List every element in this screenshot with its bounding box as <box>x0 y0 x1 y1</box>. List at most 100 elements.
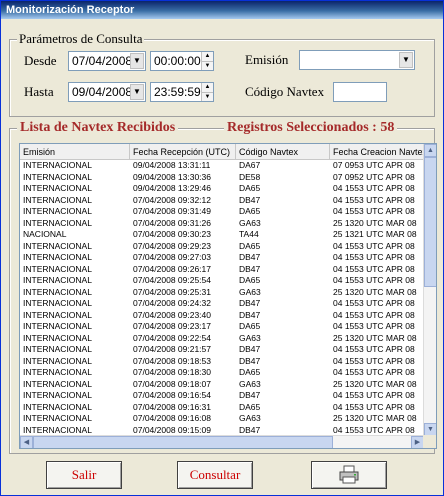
codigo-navtex-input[interactable] <box>333 82 387 102</box>
table-row[interactable]: INTERNACIONAL 07/04/2008 09:31:26 GA63 25 1… <box>20 218 424 230</box>
table-cell: 07/04/2008 09:31:49 <box>133 206 211 216</box>
table-cell: 04 1553 UTC APR 08 <box>333 401 415 412</box>
table-row[interactable]: INTERNACIONAL 07/04/2008 09:16:54 DB47 04 1… <box>20 390 424 402</box>
table-row[interactable]: INTERNACIONAL 07/04/2008 09:32:12 DB47 04 1… <box>20 195 424 207</box>
table-cell: 07/04/2008 09:22:54 <box>133 332 211 343</box>
salir-button[interactable]: Salir <box>46 461 122 489</box>
table-cell: 07/04/2008 09:30:23 <box>133 229 211 239</box>
table-cell: TA44 <box>239 229 259 239</box>
table-row[interactable]: INTERNACIONAL 07/04/2008 09:23:17 DA65 04 1… <box>20 321 424 333</box>
print-button[interactable] <box>311 461 387 489</box>
table-cell: 07/04/2008 09:29:23 <box>133 240 211 251</box>
window-title: Monitorización Receptor <box>1 1 443 19</box>
table-row[interactable]: INTERNACIONAL 07/04/2008 09:16:08 GA63 25 1… <box>20 413 424 425</box>
table-cell: 25 1320 UTC MAR 08 <box>333 332 417 343</box>
table-cell: 04 1553 UTC APR 08 <box>333 183 415 193</box>
table-row[interactable]: INTERNACIONAL 07/04/2008 09:16:31 DA65 04 1… <box>20 402 424 414</box>
table-cell: 04 1553 UTC APR 08 <box>333 390 415 400</box>
registros-count: Registros Seleccionados : 58 <box>224 120 398 136</box>
table-cell: DB47 <box>239 298 261 308</box>
table-row[interactable]: INTERNACIONAL 07/04/2008 09:18:07 GA63 25 1… <box>20 379 424 391</box>
table-row[interactable]: INTERNACIONAL 07/04/2008 09:31:49 DA65 04 1… <box>20 206 424 218</box>
table-row[interactable]: INTERNACIONAL 07/04/2008 09:25:31 GA63 25 1… <box>20 287 424 299</box>
table-cell: INTERNACIONAL <box>23 332 92 343</box>
scroll-up-icon[interactable]: ▲ <box>424 144 436 157</box>
column-header[interactable]: Emisión <box>20 144 130 160</box>
table-cell: 07/04/2008 09:16:08 <box>133 413 211 423</box>
table-cell: GA63 <box>239 286 261 297</box>
table-cell: INTERNACIONAL <box>23 217 92 228</box>
table-row[interactable]: INTERNACIONAL 07/04/2008 09:26:17 DB47 04 1… <box>20 264 424 276</box>
desde-date-field[interactable]: 07/04/2008 ▼ <box>68 51 146 71</box>
table-cell: DA65 <box>239 321 261 331</box>
desde-date-value: 07/04/2008 <box>72 54 133 68</box>
spin-down-icon[interactable]: ▼ <box>202 92 213 101</box>
horizontal-scroll-thumb[interactable] <box>33 436 333 448</box>
consultar-button[interactable]: Consultar <box>177 461 253 489</box>
table-row[interactable]: INTERNACIONAL 07/04/2008 09:29:23 DA65 04 1… <box>20 241 424 253</box>
table-cell: 04 1553 UTC APR 08 <box>333 344 415 354</box>
table-row[interactable]: NACIONAL 07/04/2008 09:30:23 TA44 25 1321 U… <box>20 229 424 241</box>
table-cell: 04 1553 UTC APR 08 <box>333 367 415 377</box>
chevron-down-icon[interactable]: ▼ <box>399 52 413 68</box>
table-cell: 04 1553 UTC APR 08 <box>333 206 415 216</box>
table-cell: 25 1321 UTC MAR 08 <box>333 229 417 239</box>
table-cell: INTERNACIONAL <box>23 321 92 331</box>
emision-select[interactable]: ▼ <box>299 50 415 70</box>
table-cell: INTERNACIONAL <box>23 171 92 182</box>
column-header[interactable]: Fecha Creacion Navtex <box>330 144 424 160</box>
main-window: Monitorización Receptor Parámetros de Co… <box>0 0 444 496</box>
table-cell: 04 1553 UTC APR 08 <box>333 321 415 331</box>
hasta-time-value: 23:59:59 <box>154 85 201 99</box>
chevron-down-icon[interactable]: ▼ <box>130 84 144 100</box>
hasta-label: Hasta <box>24 84 54 99</box>
table-row[interactable]: INTERNACIONAL 07/04/2008 09:27:03 DB47 04 1… <box>20 252 424 264</box>
desde-time-spinner[interactable]: ▲ ▼ <box>201 52 213 70</box>
table-cell: 07/04/2008 09:26:17 <box>133 263 211 274</box>
hasta-date-field[interactable]: 09/04/2008 ▼ <box>68 82 146 102</box>
chevron-down-icon[interactable]: ▼ <box>130 53 144 69</box>
table-row[interactable]: INTERNACIONAL 07/04/2008 09:22:54 GA63 25 1… <box>20 333 424 345</box>
hasta-time-field[interactable]: 23:59:59 ▲ ▼ <box>150 82 214 102</box>
table-row[interactable]: INTERNACIONAL 09/04/2008 13:29:46 DA65 04 1… <box>20 183 424 195</box>
table-cell: 07/04/2008 09:21:57 <box>133 344 211 354</box>
table-cell: GA63 <box>239 217 261 228</box>
table-row[interactable]: INTERNACIONAL 07/04/2008 09:21:57 DB47 04 1… <box>20 344 424 356</box>
spin-up-icon[interactable]: ▲ <box>202 52 213 61</box>
table-cell: 07/04/2008 09:27:03 <box>133 252 211 262</box>
table-cell: DB47 <box>239 355 261 366</box>
scroll-left-icon[interactable]: ◀ <box>20 436 33 448</box>
table-cell: 09/04/2008 13:31:11 <box>133 160 211 170</box>
column-header[interactable]: Código Navtex <box>236 144 330 160</box>
navtex-list[interactable]: Emisión Fecha Recepción (UTC) Código Navte… <box>19 143 437 449</box>
table-row[interactable]: INTERNACIONAL 07/04/2008 09:24:32 DB47 04 1… <box>20 298 424 310</box>
column-header[interactable]: Fecha Recepción (UTC) <box>130 144 236 160</box>
spin-up-icon[interactable]: ▲ <box>202 83 213 92</box>
table-cell: DA65 <box>239 206 261 216</box>
table-row[interactable]: INTERNACIONAL 09/04/2008 13:30:36 DE58 07 0… <box>20 172 424 184</box>
table-cell: 07 0953 UTC APR 08 <box>333 160 415 170</box>
vertical-scroll-thumb[interactable] <box>424 157 436 287</box>
desde-time-field[interactable]: 00:00:00 ▲ ▼ <box>150 51 214 71</box>
table-cell: 07/04/2008 09:18:53 <box>133 355 211 366</box>
table-row[interactable]: INTERNACIONAL 09/04/2008 13:31:11 DA67 07 0… <box>20 160 424 172</box>
table-row[interactable]: INTERNACIONAL 07/04/2008 09:18:53 DB47 04 1… <box>20 356 424 368</box>
table-cell: INTERNACIONAL <box>23 275 92 285</box>
hasta-date-value: 09/04/2008 <box>72 85 133 99</box>
table-row[interactable]: INTERNACIONAL 07/04/2008 09:18:30 DA65 04 1… <box>20 367 424 379</box>
table-cell: 07/04/2008 09:18:07 <box>133 378 211 389</box>
desde-time-value: 00:00:00 <box>154 54 201 68</box>
table-cell: INTERNACIONAL <box>23 252 92 262</box>
spin-down-icon[interactable]: ▼ <box>202 61 213 70</box>
horizontal-scrollbar[interactable]: ◀ ▶ <box>20 435 424 448</box>
table-cell: 09/04/2008 13:30:36 <box>133 171 211 182</box>
table-cell: INTERNACIONAL <box>23 390 92 400</box>
vertical-scrollbar[interactable]: ▲ ▼ <box>423 144 436 436</box>
table-cell: 07/04/2008 09:16:31 <box>133 401 211 412</box>
table-cell: 09/04/2008 13:29:46 <box>133 183 211 193</box>
hasta-time-spinner[interactable]: ▲ ▼ <box>201 83 213 101</box>
table-row[interactable]: INTERNACIONAL 07/04/2008 09:23:40 DB47 04 1… <box>20 310 424 322</box>
table-row[interactable]: INTERNACIONAL 07/04/2008 09:25:54 DA65 04 1… <box>20 275 424 287</box>
table-cell: 04 1553 UTC APR 08 <box>333 240 415 251</box>
printer-icon <box>339 465 359 484</box>
